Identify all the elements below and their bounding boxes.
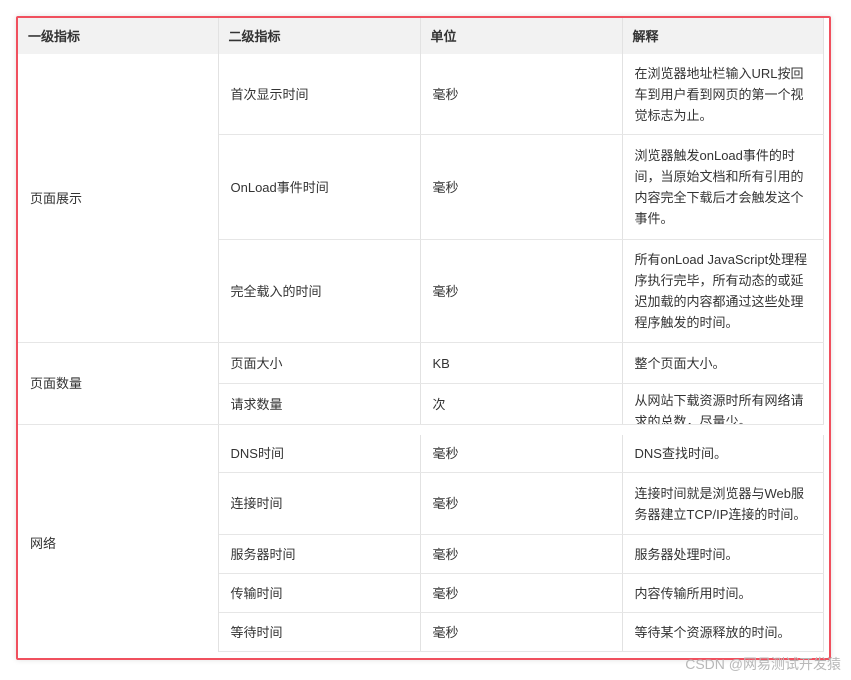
unit-cell: 毫秒 xyxy=(420,435,623,473)
desc-cell: 浏览器触发onLoad事件的时间，当原始文档和所有引用的内容完全下载后才会触发这… xyxy=(622,134,824,240)
unit-cell: 毫秒 xyxy=(420,239,623,343)
group-network: 网络 xyxy=(18,435,219,652)
group-page-count: 页面数量 xyxy=(18,342,219,425)
table-row: 页面数量 页面大小 KB 整个页面大小。 xyxy=(18,342,824,425)
header-level1: 一级指标 xyxy=(18,18,219,54)
group-page-display: 页面展示 xyxy=(18,54,219,343)
table-frame: 一级指标 二级指标 单位 解释 页面展示 首次显示时间 毫秒 在浏览器地址栏输入… xyxy=(16,16,831,660)
clipped-desc: 从网站下载资源时所有网络请求的总数，尽量少。 xyxy=(635,390,811,424)
unit-cell: KB xyxy=(420,342,623,384)
desc-cell: 所有onLoad JavaScript处理程序执行完毕，所有动态的或延迟加载的内… xyxy=(622,239,824,343)
metric-cell: 页面大小 xyxy=(218,342,421,384)
csdn-watermark: CSDN @网易测试开发猿 xyxy=(685,656,841,672)
desc-cell: 整个页面大小。 xyxy=(622,342,824,384)
desc-cell: 等待某个资源释放的时间。 xyxy=(622,612,824,652)
metric-cell: 请求数量 xyxy=(218,383,421,425)
desc-cell: 服务器处理时间。 xyxy=(622,534,824,574)
table-row: 页面展示 首次显示时间 毫秒 在浏览器地址栏输入URL按回车到用户看到网页的第一… xyxy=(18,54,824,343)
unit-cell: 毫秒 xyxy=(420,54,623,135)
desc-cell: 连接时间就是浏览器与Web服务器建立TCP/IP连接的时间。 xyxy=(622,472,824,535)
metrics-table: 一级指标 二级指标 单位 解释 页面展示 首次显示时间 毫秒 在浏览器地址栏输入… xyxy=(18,18,824,652)
unit-cell: 次 xyxy=(420,383,623,425)
metric-cell: DNS时间 xyxy=(218,435,421,473)
unit-cell: 毫秒 xyxy=(420,612,623,652)
metric-cell: 传输时间 xyxy=(218,573,421,613)
desc-cell-clipped: 从网站下载资源时所有网络请求的总数，尽量少。 xyxy=(622,383,824,425)
metric-cell: 连接时间 xyxy=(218,472,421,535)
header-level2: 二级指标 xyxy=(218,18,421,54)
metric-cell: 首次显示时间 xyxy=(218,54,421,135)
desc-cell: 内容传输所用时间。 xyxy=(622,573,824,613)
header-explanation: 解释 xyxy=(622,18,824,54)
desc-text: 从网站下载资源时所有网络请求的总数，尽量少。 xyxy=(634,393,804,424)
table-row: 网络 DNS时间 毫秒 DNS查找时间。 xyxy=(18,435,824,652)
metric-cell: 等待时间 xyxy=(218,612,421,652)
metric-cell: 服务器时间 xyxy=(218,534,421,574)
unit-cell: 毫秒 xyxy=(420,472,623,535)
table-header-row: 一级指标 二级指标 单位 解释 xyxy=(18,18,824,54)
desc-cell: DNS查找时间。 xyxy=(622,435,824,473)
desc-cell: 在浏览器地址栏输入URL按回车到用户看到网页的第一个视觉标志为止。 xyxy=(622,54,824,135)
table-gap xyxy=(18,424,823,435)
header-unit: 单位 xyxy=(420,18,623,54)
unit-cell: 毫秒 xyxy=(420,134,623,240)
unit-cell: 毫秒 xyxy=(420,534,623,574)
metric-cell: OnLoad事件时间 xyxy=(218,134,421,240)
unit-cell: 毫秒 xyxy=(420,573,623,613)
metric-cell: 完全载入的时间 xyxy=(218,239,421,343)
